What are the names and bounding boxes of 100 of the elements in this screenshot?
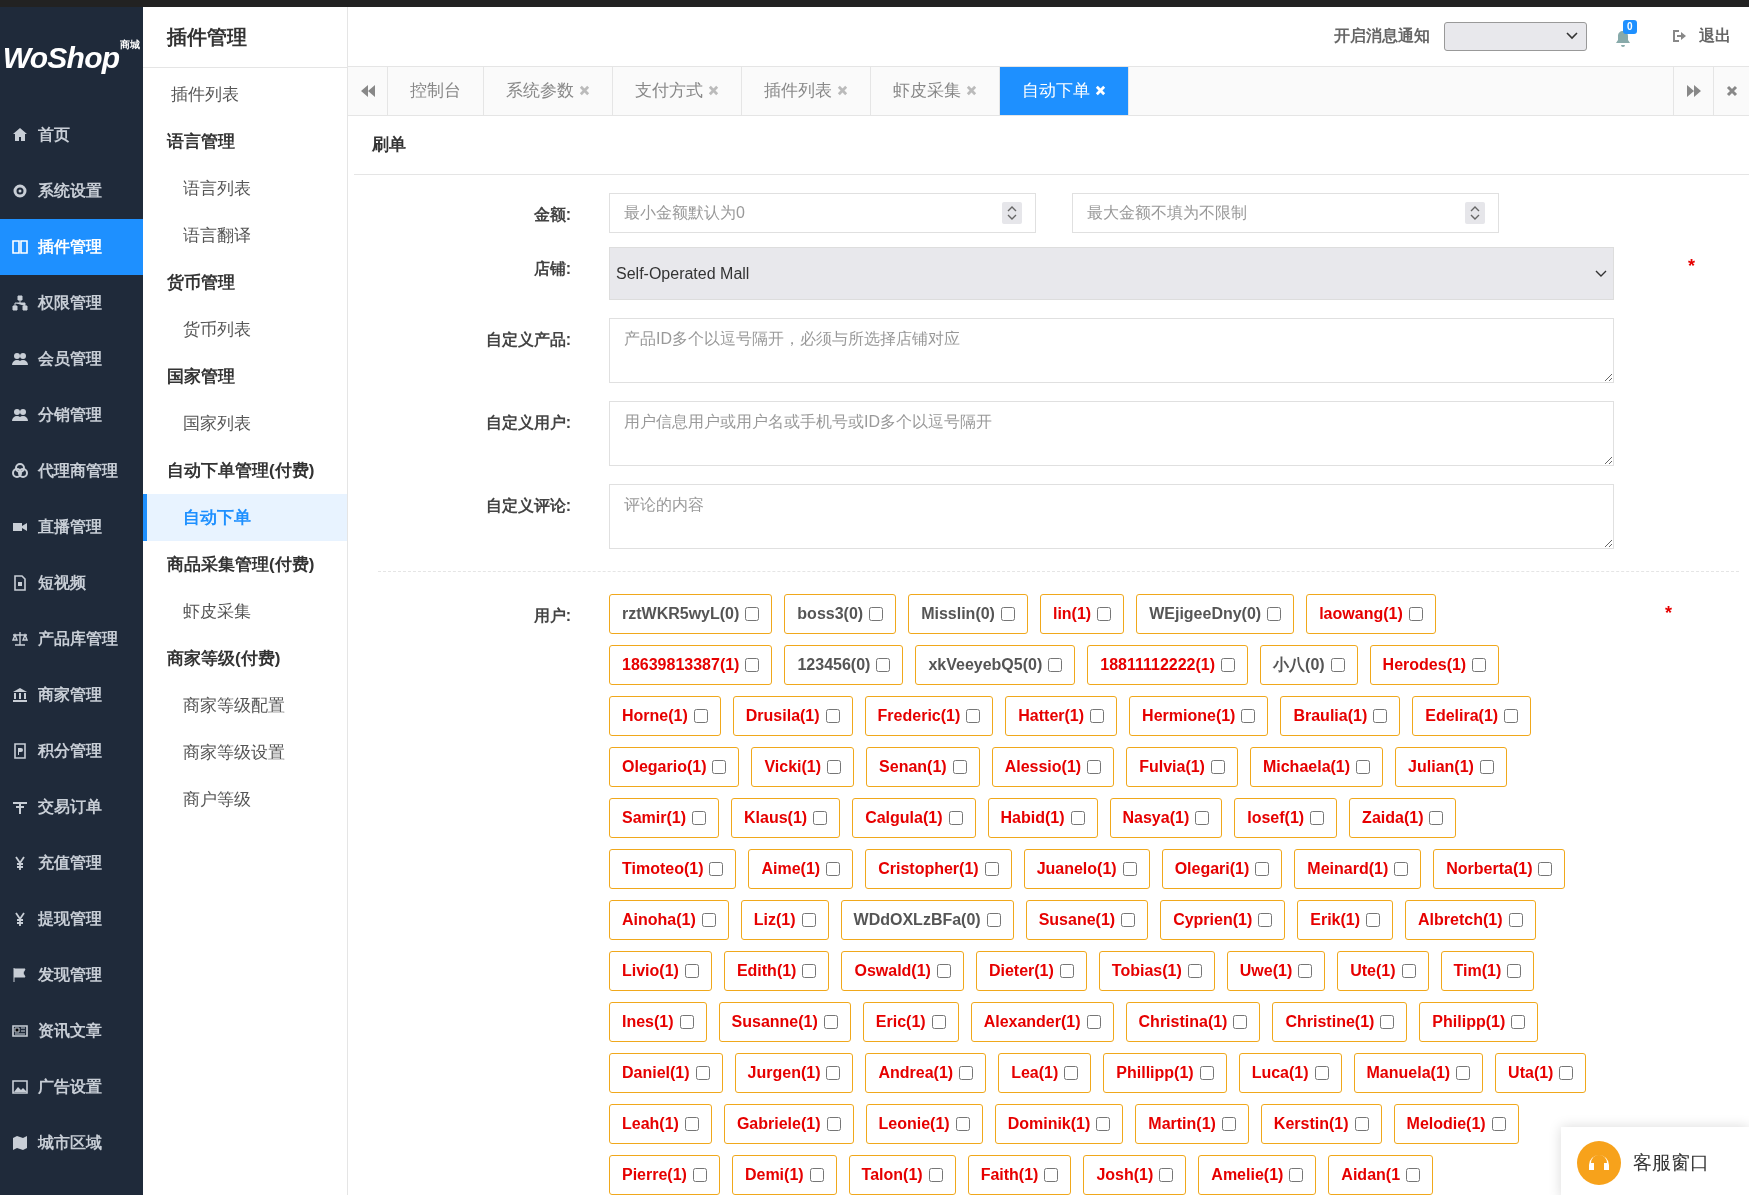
checkbox[interactable] xyxy=(1097,607,1112,621)
user-tag[interactable]: Liz(1) xyxy=(740,900,829,940)
checkbox[interactable] xyxy=(693,709,708,723)
text-area[interactable]: 评论的内容 xyxy=(609,484,1614,549)
submenu-item[interactable]: 插件列表 xyxy=(143,71,347,118)
checkbox[interactable] xyxy=(1406,1168,1421,1182)
tab[interactable]: 控制台 xyxy=(388,66,484,116)
user-tag[interactable]: Calgula(1) xyxy=(852,798,976,838)
checkbox[interactable] xyxy=(1121,913,1136,927)
user-tag[interactable]: Alexander(1) xyxy=(970,1002,1114,1042)
user-tag[interactable]: Dieter(1) xyxy=(975,951,1087,991)
user-tag[interactable]: Drusila(1) xyxy=(732,696,853,736)
checkbox[interactable] xyxy=(684,964,699,978)
user-tag[interactable]: lin(1) xyxy=(1039,594,1125,634)
checkbox[interactable] xyxy=(1087,760,1102,774)
user-tag[interactable]: Meinard(1) xyxy=(1294,849,1422,889)
checkbox[interactable] xyxy=(1559,1066,1574,1080)
checkbox[interactable] xyxy=(1394,862,1409,876)
submenu-item[interactable]: 自动下单 xyxy=(143,494,347,541)
sidebar-item[interactable]: 积分管理 xyxy=(0,723,143,779)
checkbox[interactable] xyxy=(1195,811,1210,825)
checkbox[interactable] xyxy=(695,1066,710,1080)
checkbox[interactable] xyxy=(936,964,951,978)
checkbox[interactable] xyxy=(948,811,963,825)
checkbox[interactable] xyxy=(813,811,828,825)
user-tag[interactable]: Albretch(1) xyxy=(1405,900,1536,940)
checkbox[interactable] xyxy=(876,658,891,672)
user-tag[interactable]: Tim(1) xyxy=(1440,951,1535,991)
user-tag[interactable]: Faith(1) xyxy=(967,1155,1072,1195)
checkbox[interactable] xyxy=(1096,1117,1111,1131)
user-tag[interactable]: Norberta(1) xyxy=(1433,849,1566,889)
user-tag[interactable]: Klaus(1) xyxy=(731,798,841,838)
checkbox[interactable] xyxy=(826,1066,841,1080)
user-tag[interactable]: Christine(1) xyxy=(1272,1002,1408,1042)
user-tag[interactable]: Misslin(0) xyxy=(908,594,1028,634)
user-tag[interactable]: Aidan(1 xyxy=(1328,1155,1434,1195)
checkbox[interactable] xyxy=(1221,1117,1236,1131)
user-tag[interactable]: Herodes(1) xyxy=(1369,645,1500,685)
submenu-item[interactable]: 语言列表 xyxy=(143,165,347,212)
user-tag[interactable]: Erik(1) xyxy=(1297,900,1394,940)
checkbox[interactable] xyxy=(701,913,716,927)
user-tag[interactable]: Nasya(1) xyxy=(1109,798,1223,838)
sidebar-item[interactable]: 首页 xyxy=(0,107,143,163)
sidebar-item[interactable]: 代理商管理 xyxy=(0,443,143,499)
checkbox[interactable] xyxy=(1507,964,1522,978)
checkbox[interactable] xyxy=(1511,1015,1526,1029)
checkbox[interactable] xyxy=(1354,1117,1369,1131)
user-tag[interactable]: Cyprien(1) xyxy=(1160,900,1286,940)
checkbox[interactable] xyxy=(1233,1015,1248,1029)
sidebar-item[interactable]: 短视频 xyxy=(0,555,143,611)
user-tag[interactable]: Kerstin(1) xyxy=(1260,1104,1382,1144)
submenu-item[interactable]: 国家列表 xyxy=(143,400,347,447)
user-tag[interactable]: Iosef(1) xyxy=(1234,798,1338,838)
user-tag[interactable]: Pierre(1) xyxy=(609,1155,720,1195)
tab[interactable]: 自动下单 xyxy=(1000,66,1129,116)
user-tag[interactable]: Manuela(1) xyxy=(1353,1053,1484,1093)
user-tag[interactable]: Tobias(1) xyxy=(1098,951,1215,991)
store-select[interactable]: Self-Operated Mall xyxy=(609,247,1614,300)
checkbox[interactable] xyxy=(1199,1066,1214,1080)
user-tag[interactable]: Uwe(1) xyxy=(1226,951,1326,991)
checkbox[interactable] xyxy=(986,913,1001,927)
logout-button[interactable]: 退出 xyxy=(1671,24,1731,49)
user-tag[interactable]: Leah(1) xyxy=(609,1104,712,1144)
checkbox[interactable] xyxy=(1310,811,1325,825)
submenu-item[interactable]: 商户等级 xyxy=(143,776,347,823)
submenu-item[interactable]: 语言翻译 xyxy=(143,212,347,259)
user-tag[interactable]: Aime(1) xyxy=(748,849,854,889)
checkbox[interactable] xyxy=(1373,709,1388,723)
sidebar-item[interactable]: 提现管理 xyxy=(0,891,143,947)
user-tag[interactable]: Dominik(1) xyxy=(994,1104,1124,1144)
checkbox[interactable] xyxy=(952,760,967,774)
checkbox[interactable] xyxy=(692,811,707,825)
checkbox[interactable] xyxy=(1122,862,1137,876)
sidebar-item[interactable]: 广告设置 xyxy=(0,1059,143,1115)
user-tag[interactable]: Lea(1) xyxy=(998,1053,1092,1093)
checkbox[interactable] xyxy=(1408,607,1423,621)
checkbox[interactable] xyxy=(801,913,816,927)
checkbox[interactable] xyxy=(709,862,724,876)
checkbox[interactable] xyxy=(1366,913,1381,927)
checkbox[interactable] xyxy=(1000,607,1015,621)
user-tag[interactable]: Jurgen(1) xyxy=(734,1053,854,1093)
checkbox[interactable] xyxy=(1330,658,1345,672)
user-tag[interactable]: Zaida(1) xyxy=(1349,798,1457,838)
user-tag[interactable]: Josh(1) xyxy=(1083,1155,1187,1195)
checkbox[interactable] xyxy=(928,1168,943,1182)
user-tag[interactable]: Michaela(1) xyxy=(1249,747,1384,787)
sidebar-item[interactable]: 充值管理 xyxy=(0,835,143,891)
checkbox[interactable] xyxy=(712,760,727,774)
sidebar-item[interactable]: 产品库管理 xyxy=(0,611,143,667)
user-tag[interactable]: Senan(1) xyxy=(866,747,980,787)
number-field[interactable]: 最大金额不填为不限制 xyxy=(1072,193,1499,233)
user-tag[interactable]: Ainoha(1) xyxy=(609,900,729,940)
user-tag[interactable]: Oswald(1) xyxy=(841,951,964,991)
user-tag[interactable]: Christina(1) xyxy=(1125,1002,1261,1042)
sidebar-item[interactable]: 交易订单 xyxy=(0,779,143,835)
user-tag[interactable]: WEjigeeDny(0) xyxy=(1136,594,1295,634)
checkbox[interactable] xyxy=(1380,1015,1395,1029)
user-tag[interactable]: xkVeeyebQ5(0) xyxy=(915,645,1076,685)
user-tag[interactable]: Alessio(1) xyxy=(991,747,1115,787)
tab[interactable]: 支付方式 xyxy=(613,66,742,116)
